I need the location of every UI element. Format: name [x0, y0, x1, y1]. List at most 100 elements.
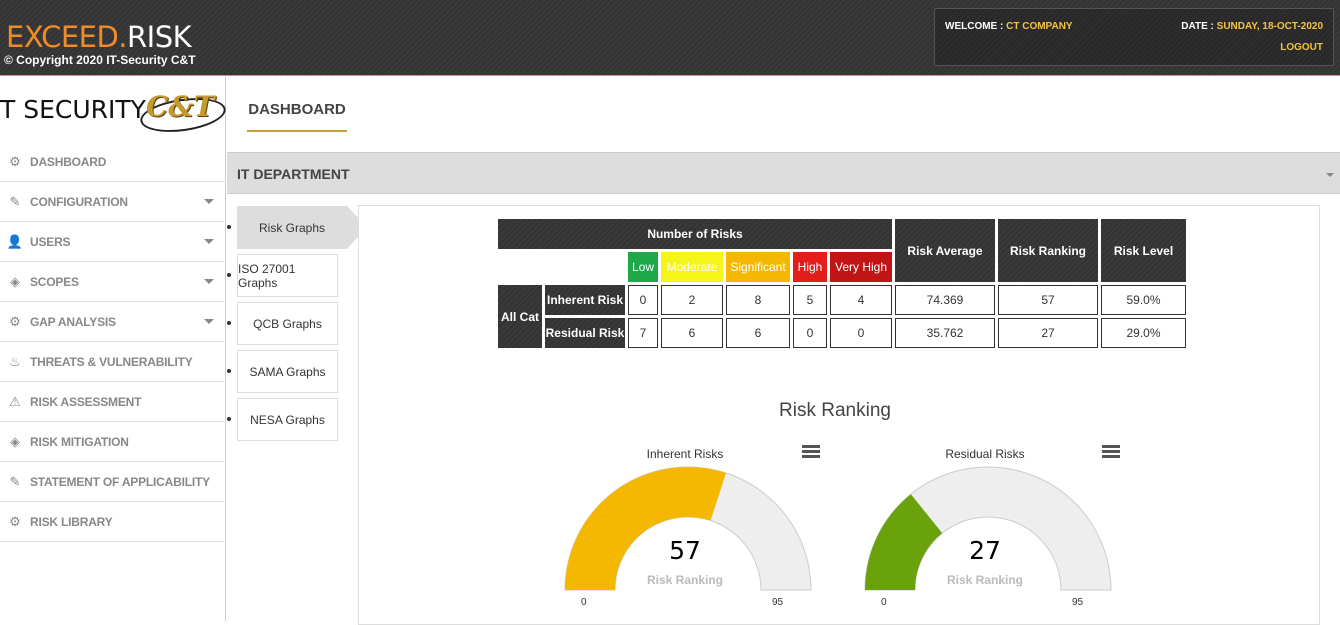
- ranking-cell: 57: [998, 285, 1098, 315]
- gauge-value: 57: [669, 536, 701, 565]
- chevron-down-icon[interactable]: [204, 239, 214, 244]
- section-title: IT DEPARTMENT: [237, 166, 350, 182]
- level-high: High: [793, 252, 827, 282]
- subtab-sama-graphs[interactable]: SAMA Graphs: [237, 350, 338, 393]
- gear-icon: ⚙: [9, 153, 21, 169]
- welcome-company: CT COMPANY: [1006, 21, 1073, 32]
- gauge-min: 0: [581, 597, 587, 608]
- sidebar-item-dashboard[interactable]: ⚙ DASHBOARD: [0, 142, 226, 182]
- number-of-risks-header: Number of Risks: [498, 219, 892, 249]
- gauge-title: Inherent Risks: [646, 447, 724, 461]
- count-cell: 0: [830, 318, 892, 348]
- sidebar-item-risk-mitigation[interactable]: ◈ RISK MITIGATION: [0, 422, 226, 462]
- gauge-min: 0: [881, 597, 887, 608]
- count-cell: 6: [726, 318, 790, 348]
- date-value: SUNDAY, 18-OCT-2020: [1216, 21, 1323, 32]
- gauge-max: 95: [1072, 597, 1084, 608]
- subtab-risk-graphs[interactable]: Risk Graphs: [237, 206, 367, 249]
- sidebar-item-label: DASHBOARD: [30, 154, 107, 169]
- count-cell: 4: [830, 285, 892, 315]
- bullet-icon: [227, 321, 231, 325]
- sidebar-item-users[interactable]: 👤 USERS: [0, 222, 226, 262]
- welcome-label: WELCOME :: [945, 21, 1007, 32]
- count-cell: 0: [628, 285, 658, 315]
- bullet-icon: [227, 273, 231, 277]
- sidebar-item-label: SCOPES: [30, 274, 79, 289]
- subtab-nesa-graphs[interactable]: NESA Graphs: [237, 398, 338, 441]
- gear-icon: ⚙: [9, 313, 21, 329]
- empty-cell: [498, 252, 542, 282]
- sidebar: T SECURITY C&T ⚙ DASHBOARD ✎ CONFIGURATION 👤…: [0, 77, 228, 621]
- top-header: EXCEED.RISK © Copyright 2020 IT-Security…: [0, 0, 1340, 76]
- risk-average-header: Risk Average: [895, 219, 995, 282]
- date-text: DATE : SUNDAY, 18-OCT-2020: [1181, 21, 1323, 32]
- user-info-box: WELCOME : CT COMPANY DATE : SUNDAY, 18-O…: [934, 8, 1334, 66]
- date-label: DATE :: [1181, 21, 1217, 32]
- inherent-risk-gauge: Inherent Risks 57 Risk Ranking 0 95: [560, 440, 820, 621]
- hamburger-menu-icon[interactable]: [802, 445, 820, 459]
- copyright-text: © Copyright 2020 IT-Security C&T: [4, 53, 196, 67]
- sidebar-item-label: RISK MITIGATION: [30, 434, 129, 449]
- user-icon: 👤: [6, 233, 24, 249]
- count-cell: 8: [726, 285, 790, 315]
- sidebar-item-configuration[interactable]: ✎ CONFIGURATION: [0, 182, 226, 222]
- sidebar-item-label: STATEMENT OF APPLICABILITY: [30, 474, 210, 489]
- subtab-iso-27001-graphs[interactable]: ISO 27001 Graphs: [237, 254, 338, 297]
- section-header[interactable]: IT DEPARTMENT: [227, 152, 1340, 194]
- ranking-cell: 27: [998, 318, 1098, 348]
- sidebar-item-label: USERS: [30, 234, 71, 249]
- sidebar-item-label: CONFIGURATION: [30, 194, 128, 209]
- count-cell: 6: [661, 318, 723, 348]
- layers-icon: ◈: [10, 273, 20, 289]
- subtab-qcb-graphs[interactable]: QCB Graphs: [237, 302, 338, 345]
- bullet-icon: [227, 417, 231, 421]
- chevron-down-icon[interactable]: [204, 199, 214, 204]
- level-moderate: Moderate: [661, 252, 723, 282]
- average-cell: 35.762: [895, 318, 995, 348]
- sidebar-item-threats-vulnerability[interactable]: ♨ THREATS & VULNERABILITY: [0, 342, 226, 382]
- risk-summary-table: Number of Risks Risk Average Risk Rankin…: [495, 216, 1189, 351]
- level-low: Low: [628, 252, 658, 282]
- sidebar-item-scopes[interactable]: ◈ SCOPES: [0, 262, 226, 302]
- count-cell: 0: [793, 318, 827, 348]
- risk-level-header: Risk Level: [1101, 219, 1186, 282]
- charts-title: Risk Ranking: [779, 400, 891, 421]
- gear-icon: ⚙: [9, 513, 21, 529]
- sidebar-item-risk-library[interactable]: ⚙ RISK LIBRARY: [0, 502, 226, 542]
- residual-risk-gauge: Residual Risks 27 Risk Ranking 0 95: [860, 440, 1120, 621]
- hamburger-menu-icon[interactable]: [1102, 445, 1120, 459]
- sidebar-item-risk-assessment[interactable]: ⚠ RISK ASSESSMENT: [0, 382, 226, 422]
- chevron-down-icon[interactable]: [204, 279, 214, 284]
- sidebar-item-statement-of-applicability[interactable]: ✎ STATEMENT OF APPLICABILITY: [0, 462, 226, 502]
- fire-icon: ♨: [9, 353, 21, 369]
- brand-part1: EXCEED.: [6, 20, 128, 54]
- count-cell: 2: [661, 285, 723, 315]
- gauge-fill: [565, 467, 727, 590]
- count-cell: 7: [628, 318, 658, 348]
- gauge-svg: [864, 466, 1112, 591]
- chevron-down-icon[interactable]: [204, 319, 214, 324]
- category-cell: All Cat: [498, 285, 542, 348]
- company-logo[interactable]: T SECURITY C&T: [0, 87, 228, 137]
- sidebar-item-label: RISK ASSESSMENT: [30, 394, 142, 409]
- warning-icon: ⚠: [9, 393, 21, 409]
- tab-dashboard[interactable]: DASHBOARD: [247, 97, 347, 132]
- level-very-high: Very High: [830, 252, 892, 282]
- pencil-icon: ✎: [9, 473, 21, 489]
- sidebar-item-gap-analysis[interactable]: ⚙ GAP ANALYSIS: [0, 302, 226, 342]
- level-significant: Significant: [726, 252, 790, 282]
- empty-cell: [545, 252, 625, 282]
- gauge-title: Residual Risks: [945, 447, 1025, 461]
- main-tabbar: DASHBOARD: [227, 77, 1340, 152]
- gauge-max: 95: [772, 597, 784, 608]
- app-brand[interactable]: EXCEED.RISK: [6, 20, 192, 54]
- logout-link[interactable]: LOGOUT: [1280, 42, 1323, 53]
- brand-part2: RISK: [127, 20, 192, 54]
- sidebar-item-label: THREATS & VULNERABILITY: [30, 354, 193, 369]
- pencil-icon: ✎: [9, 193, 21, 209]
- layers-icon: ◈: [10, 433, 20, 449]
- chevron-down-icon[interactable]: [1326, 173, 1334, 177]
- gauge-label: Risk Ranking: [946, 573, 1024, 587]
- logo-text: T SECURITY: [0, 95, 146, 124]
- bullet-icon: [227, 369, 231, 373]
